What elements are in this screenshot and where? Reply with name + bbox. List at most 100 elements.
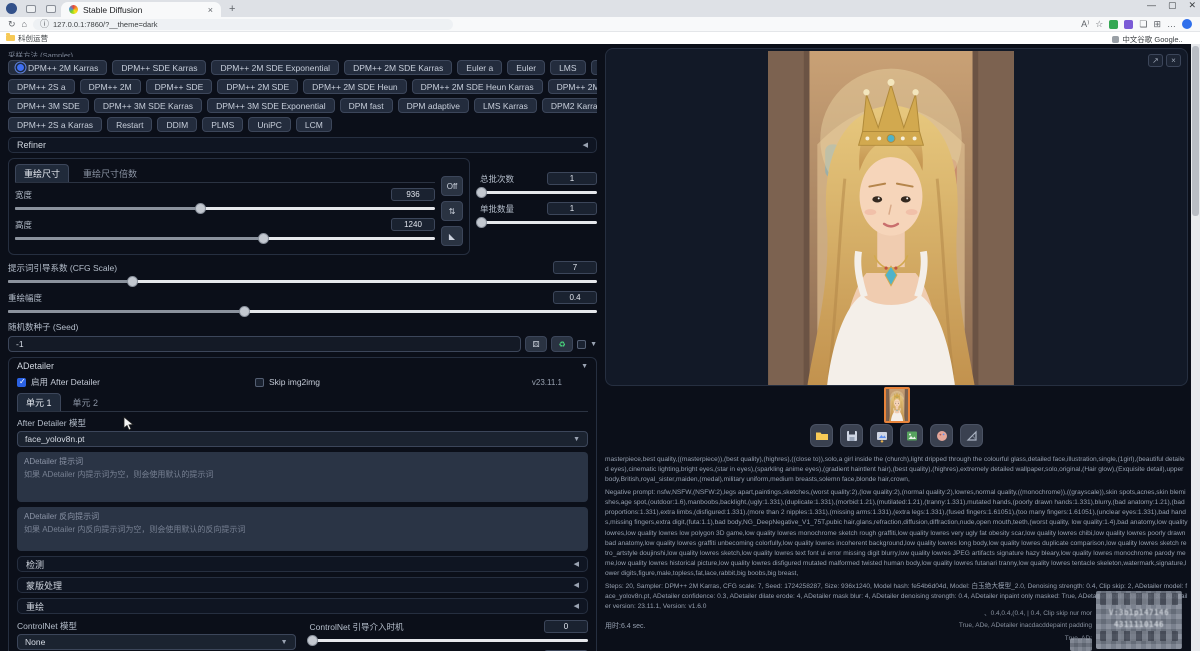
sampler-option[interactable]: DPM++ 2S a Karras — [8, 117, 102, 132]
save-image-icon[interactable] — [840, 424, 863, 447]
site-info-icon[interactable]: ⓘ — [40, 20, 49, 29]
seed-input[interactable] — [8, 336, 521, 352]
width-input[interactable]: 936 — [391, 188, 435, 201]
extension-purple-icon[interactable] — [1124, 20, 1133, 29]
cfg-slider[interactable] — [8, 276, 597, 287]
tab-resize-to[interactable]: 重绘尺寸 — [15, 164, 69, 182]
sampler-option[interactable]: LCM — [296, 117, 332, 132]
sampler-option[interactable]: LMS — [550, 60, 585, 75]
sampler-option[interactable]: UniPC — [248, 117, 291, 132]
sampler-option[interactable]: DPM++ 2M SDE Heun Exponential — [548, 79, 597, 94]
scrollbar-thumb[interactable] — [1192, 46, 1199, 216]
save-zip-icon[interactable] — [870, 424, 893, 447]
cn-start-input[interactable]: 0 — [544, 620, 588, 633]
fullscreen-icon[interactable]: ↗ — [1148, 54, 1163, 67]
sampler-option[interactable]: Euler a — [457, 60, 502, 75]
sampler-option[interactable]: DPM++ 2M SDE Exponential — [211, 60, 339, 75]
height-input[interactable]: 1240 — [391, 218, 435, 231]
open-folder-icon[interactable] — [810, 424, 833, 447]
adetailer-negative-textarea[interactable]: ADetailer 反向提示词 如果 ADetailer 内反向提示词为空，则会… — [17, 507, 588, 551]
generated-image[interactable] — [766, 51, 1016, 390]
adetailer-accordion[interactable]: ADetailer ▼ — [17, 358, 588, 374]
close-tab-icon[interactable]: × — [208, 5, 213, 15]
height-slider[interactable] — [15, 233, 435, 244]
profile-avatar-icon[interactable] — [6, 3, 17, 14]
sampler-option[interactable]: DPM++ 3M SDE Karras — [94, 98, 202, 113]
refresh-icon[interactable]: ↻ — [8, 20, 16, 29]
send-to-img2img-icon[interactable] — [900, 424, 923, 447]
favorite-star-icon[interactable]: ☆ — [1095, 20, 1103, 29]
sampler-option[interactable]: DPM2 Karras — [542, 98, 597, 113]
sampler-option[interactable]: DPM adaptive — [398, 98, 469, 113]
mask-accordion[interactable]: 蒙版处理 ◀ — [17, 577, 588, 593]
sampler-option[interactable]: DPM++ 2M Karras — [8, 60, 107, 75]
sampler-option[interactable]: PLMS — [202, 117, 243, 132]
tab-actions-icon[interactable] — [46, 5, 56, 13]
extra-seed-checkbox[interactable] — [577, 340, 586, 349]
more-menu-icon[interactable]: … — [1167, 20, 1176, 29]
send-to-extras-icon[interactable] — [960, 424, 983, 447]
sampler-option[interactable]: DPM fast — [340, 98, 393, 113]
sampler-option[interactable]: DPM++ 2S a — [8, 79, 75, 94]
maximize-button[interactable]: ▢ — [1168, 0, 1177, 11]
batch-size-input[interactable]: 1 — [547, 202, 597, 215]
denoise-input[interactable]: 0.4 — [553, 291, 597, 304]
page-scrollbar[interactable] — [1191, 44, 1200, 651]
close-preview-icon[interactable]: × — [1166, 54, 1181, 67]
sampler-option[interactable]: DPM++ 2M SDE Karras — [344, 60, 452, 75]
sampler-option[interactable]: LMS Karras — [474, 98, 537, 113]
detection-accordion[interactable]: 检测 ◀ — [17, 556, 588, 572]
swap-dimensions-icon[interactable]: ⇅ — [441, 201, 463, 221]
batch-size-slider[interactable] — [480, 217, 597, 228]
browser-profile-icon[interactable] — [1182, 19, 1192, 29]
tab-unit-1[interactable]: 单元 1 — [17, 393, 61, 411]
sampler-option[interactable]: DPM++ 2M SDE — [217, 79, 298, 94]
sampler-option[interactable]: DPM++ 3M SDE Exponential — [207, 98, 335, 113]
sampler-option[interactable]: DPM++ 2M — [80, 79, 141, 94]
gallery-thumbnail[interactable] — [884, 387, 910, 423]
sampler-option[interactable]: DPM++ 3M SDE — [8, 98, 89, 113]
bookmark-item[interactable]: 中文谷歌 Google.. — [1112, 34, 1194, 45]
workspace-icon[interactable] — [26, 5, 36, 13]
sampler-option[interactable]: Restart — [107, 117, 152, 132]
new-tab-button[interactable]: + — [229, 3, 235, 15]
aspect-lock-button[interactable]: Off — [441, 176, 463, 196]
adetailer-prompt-textarea[interactable]: ADetailer 提示词 如果 ADetailer 内提示词为空，则会使用默认… — [17, 452, 588, 502]
adetailer-model-select[interactable]: face_yolov8n.pt ▼ — [17, 431, 588, 447]
sampler-option[interactable]: Heun — [591, 60, 597, 75]
refiner-accordion[interactable]: Refiner ◀ — [8, 137, 597, 153]
bookmark-item[interactable]: 科创运营 — [6, 33, 86, 44]
sampler-option[interactable]: DPM++ 2M SDE Heun — [303, 79, 407, 94]
cn-model-select[interactable]: None ▼ — [17, 634, 296, 650]
cfg-input[interactable]: 7 — [553, 261, 597, 274]
collections-icon[interactable]: ⊞ — [1153, 20, 1161, 29]
seed-extra-dropdown-icon[interactable]: ▼ — [590, 341, 597, 348]
reuse-seed-recycle-icon[interactable]: ♻ — [551, 336, 573, 352]
width-slider[interactable] — [15, 203, 435, 214]
sampler-option[interactable]: Euler — [507, 60, 545, 75]
home-icon[interactable]: ⌂ — [22, 20, 27, 29]
extension-green-icon[interactable] — [1109, 20, 1118, 29]
send-to-inpaint-icon[interactable] — [930, 424, 953, 447]
sampler-option[interactable]: DPM++ SDE Karras — [112, 60, 206, 75]
random-seed-dice-icon[interactable]: ⚄ — [525, 336, 547, 352]
tab-resize-by[interactable]: 重绘尺寸倍数 — [79, 165, 141, 182]
tab-unit-2[interactable]: 单元 2 — [69, 394, 103, 411]
browser-tab[interactable]: Stable Diffusion × — [61, 2, 221, 17]
cn-start-slider[interactable] — [310, 635, 589, 646]
read-aloud-icon[interactable]: A⁾ — [1081, 20, 1089, 29]
batch-count-input[interactable]: 1 — [547, 172, 597, 185]
detect-size-icon[interactable]: ◣ — [441, 226, 463, 246]
enable-adetailer-checkbox[interactable] — [17, 378, 26, 387]
minimize-button[interactable]: — — [1147, 0, 1156, 11]
sampler-option[interactable]: DDIM — [157, 117, 197, 132]
sampler-option[interactable]: DPM++ SDE — [146, 79, 213, 94]
split-screen-icon[interactable]: ❏ — [1139, 20, 1147, 29]
close-window-button[interactable]: ✕ — [1188, 0, 1196, 11]
sampler-option[interactable]: DPM++ 2M SDE Heun Karras — [412, 79, 543, 94]
batch-count-slider[interactable] — [480, 187, 597, 198]
denoise-slider[interactable] — [8, 306, 597, 317]
skip-img2img-checkbox[interactable] — [255, 378, 264, 387]
url-field[interactable]: ⓘ 127.0.0.1:7860/?__theme=dark — [33, 19, 453, 30]
inpaint-accordion[interactable]: 重绘 ◀ — [17, 598, 588, 614]
